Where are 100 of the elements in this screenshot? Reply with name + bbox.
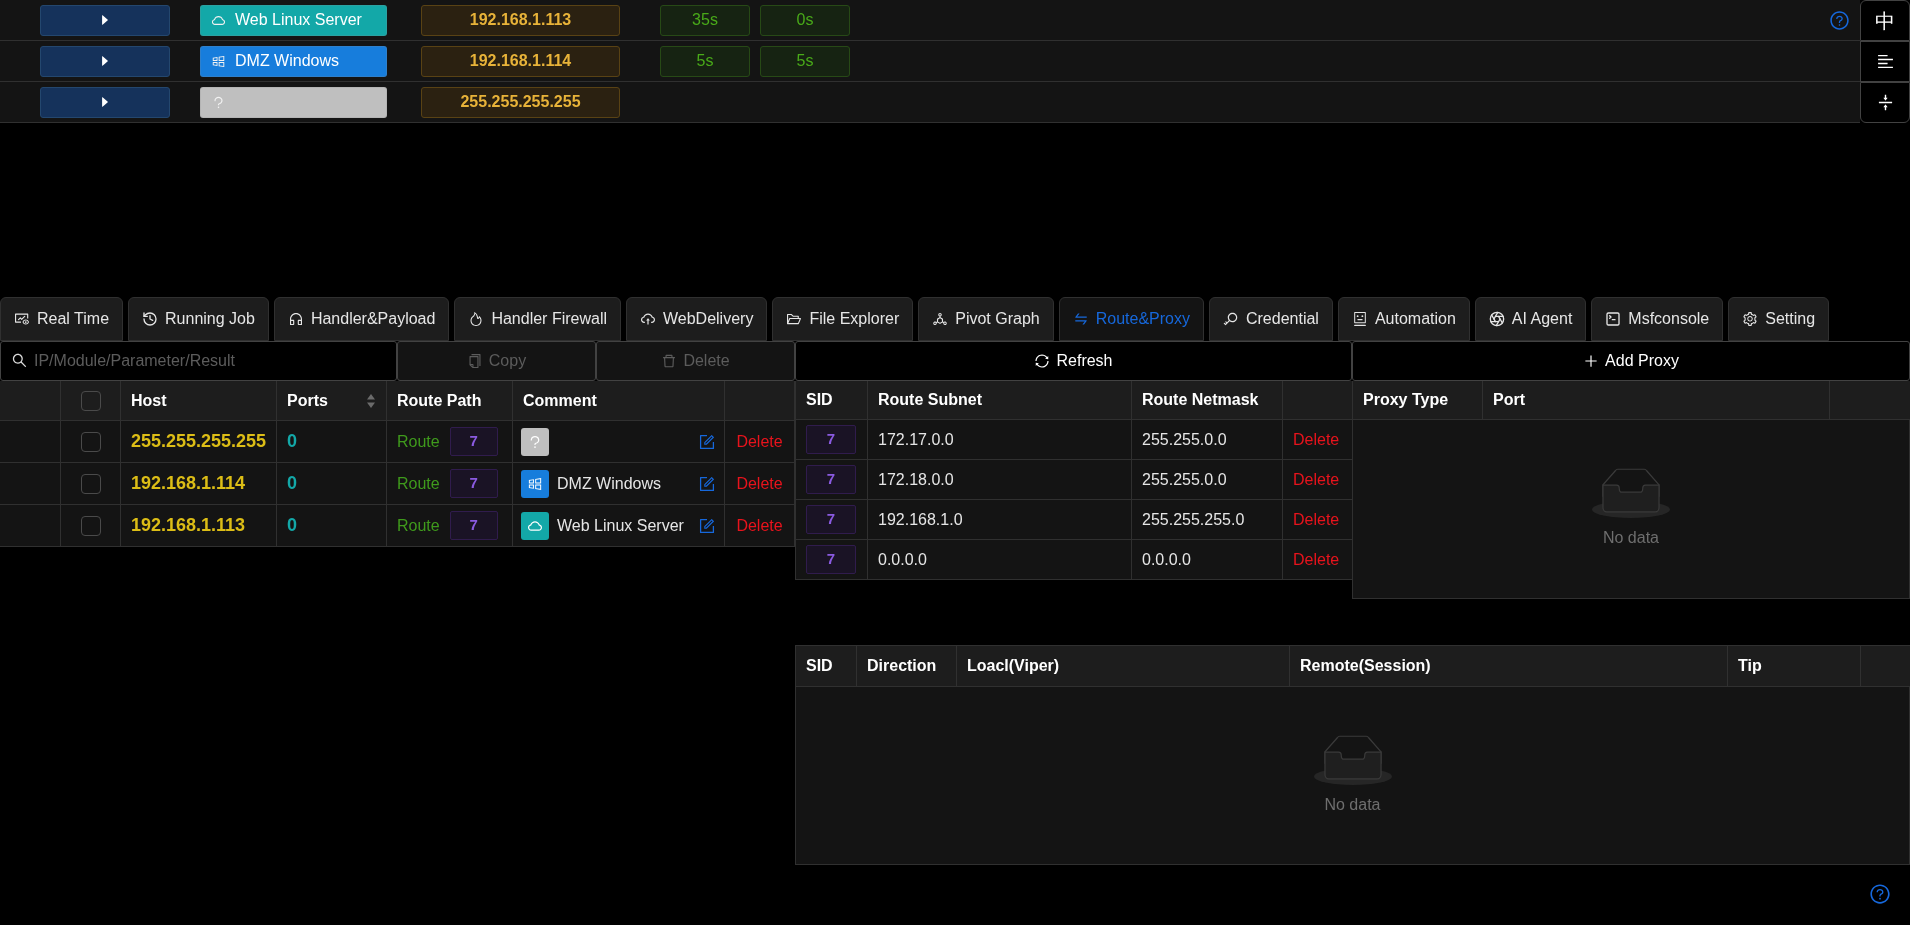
tab[interactable]: Handler&Payload [273,297,450,341]
expand-button[interactable] [40,86,170,118]
folder-open-icon [786,311,803,327]
cloud-upload-icon [640,311,656,327]
empty-tray-icon [1592,468,1670,518]
delete-link[interactable]: Delete [1293,427,1340,452]
subnet-text: 172.17.0.0 [878,429,954,450]
key-icon [1222,311,1239,327]
sid-tag: 7 [806,545,856,574]
checkbox[interactable] [80,390,101,411]
search-field[interactable]: IP/Module/Parameter/Result [0,341,397,381]
route-label: Route [397,473,440,494]
host-address: 192.168.1.113 [131,514,246,537]
edit-icon[interactable] [698,432,716,451]
comment-text: Web Linux Server [235,10,362,30]
edit-icon[interactable] [698,474,716,493]
tab[interactable]: Running Job [128,297,269,341]
edit-icon[interactable] [698,516,716,535]
chart-screen-icon [14,311,30,327]
tab[interactable]: Pivot Graph [918,297,1054,341]
help-icon[interactable] [1869,883,1891,905]
empty-tray-icon [1313,734,1392,785]
time-tag: 5s [660,45,750,77]
checkbox[interactable] [80,515,101,536]
time-tag: 0s [760,4,850,36]
trash-icon [661,353,678,369]
netmask-text: 255.255.0.0 [1142,429,1227,450]
expand-button[interactable] [40,4,170,36]
sid-tag: 7 [449,427,498,456]
delete-link[interactable]: Delete [1293,467,1340,492]
host-address: 255.255.255.255 [131,430,267,453]
port-count: 0 [287,514,297,537]
tab[interactable]: File Explorer [772,297,914,341]
sid-tag: 7 [806,465,856,494]
tab[interactable]: Handler Firewall [454,297,621,341]
tab[interactable]: Msfconsole [1591,297,1724,341]
tab[interactable]: AI Agent [1474,297,1587,341]
ip-tag: 255.255.255.255 [421,86,620,118]
port-count: 0 [287,430,297,453]
column-header: Port [1493,390,1525,410]
delete-link[interactable]: Delete [736,429,783,454]
sid-tag: 7 [806,425,856,454]
sort-icon[interactable] [366,392,376,409]
headset-icon [287,311,304,327]
port-count: 0 [287,472,297,495]
tab[interactable]: Route&Proxy [1058,297,1204,341]
delete-link[interactable]: Delete [736,471,783,496]
delete-link[interactable]: Delete [736,513,783,538]
route-label: Route [397,431,440,452]
swap-arrows-icon [1072,311,1089,327]
route-label: Route [397,515,440,536]
column-header: Direction [867,656,937,676]
sid-tag: 7 [449,469,498,498]
checkbox[interactable] [80,473,101,494]
window-panes-tile-icon [521,469,549,498]
netmask-text: 255.255.0.0 [1142,469,1227,490]
subnet-text: 172.18.0.0 [878,469,954,490]
column-header: Ports [287,390,328,411]
column-header: Loacl(Viper) [967,656,1060,676]
comment-text: Web Linux Server [557,515,684,536]
column-header: SID [806,390,833,410]
language-button[interactable]: 中 [1860,0,1910,41]
checkbox[interactable] [80,431,101,452]
subnet-text: 192.168.1.0 [878,509,963,530]
tab[interactable]: Automation [1337,297,1470,341]
search-icon [11,352,28,369]
cloud-tile-icon [521,511,549,540]
column-header: Route Subnet [878,390,982,410]
column-header: Remote(Session) [1300,656,1431,676]
tab[interactable]: Setting [1728,297,1830,341]
terminal-icon [1605,311,1622,327]
tab[interactable]: Real Time [0,297,124,341]
empty-message: No data [1602,528,1659,548]
tab[interactable]: WebDelivery [626,297,768,341]
window-panes-icon [211,53,226,69]
column-header: Comment [523,390,597,411]
time-tag: 35s [660,4,750,36]
column-header: Tip [1738,656,1762,676]
robot-icon [1351,311,1368,327]
ip-tag: 192.168.1.114 [421,45,620,77]
comment-text: DMZ Windows [235,51,339,71]
expand-button[interactable] [40,45,170,77]
netmask-text: 255.255.255.0 [1142,509,1245,530]
delete-link[interactable]: Delete [1293,547,1340,572]
column-header: Route Netmask [1142,390,1259,410]
align-left-icon [1875,52,1895,71]
sid-tag: 7 [449,511,498,540]
add-proxy-button[interactable]: Add Proxy [1352,341,1910,381]
netmask-text: 0.0.0.0 [1142,549,1191,570]
help-icon[interactable] [1829,9,1850,31]
delete-link[interactable]: Delete [1293,507,1340,532]
subnet-text: 0.0.0.0 [878,549,927,570]
question-mark-tile-icon [521,427,549,456]
refresh-button[interactable]: Refresh [795,341,1352,381]
settings-icon [1742,311,1759,327]
clock-arrow-icon [142,311,159,327]
tab[interactable]: Credential [1208,297,1333,341]
nodes-icon [932,311,949,327]
list-layout-button[interactable] [1860,41,1910,82]
column-header: Route Path [397,390,482,411]
